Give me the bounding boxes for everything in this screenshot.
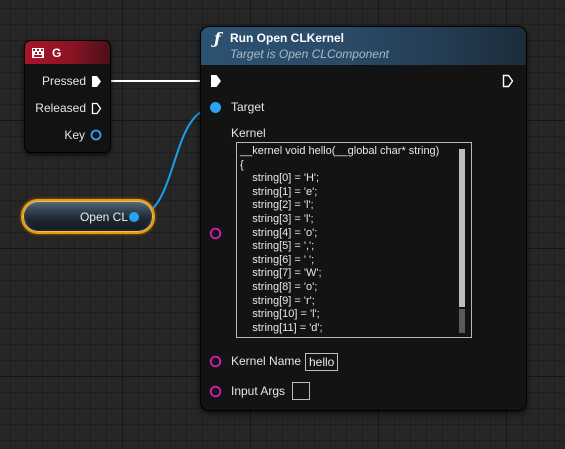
kernel-name-label: Kernel Name — [231, 354, 302, 368]
input-args-input[interactable] — [292, 382, 310, 400]
code-line: string[9] = 'r'; — [240, 294, 315, 307]
kernel-string-pin-icon[interactable] — [209, 227, 222, 240]
pin-released-label: Released — [35, 101, 86, 115]
input-args-pin-icon[interactable] — [209, 385, 222, 398]
input-args-label: Input Args — [231, 384, 286, 398]
exec-pin-filled-icon[interactable] — [91, 75, 102, 88]
key-node-header: G — [25, 41, 110, 64]
kernel-name-pin-icon[interactable] — [209, 355, 222, 368]
kernel-label: Kernel — [231, 126, 266, 140]
pin-released[interactable]: Released — [35, 101, 102, 115]
key-event-node-g[interactable]: G Pressed Released Key — [24, 40, 111, 153]
code-line: string[11] = 'd'; — [240, 321, 323, 334]
target-label: Target — [231, 100, 265, 114]
code-line: string[4] = 'o'; — [240, 226, 318, 239]
code-line: string[10] = 'l'; — [240, 308, 320, 321]
code-scrollbar-track[interactable] — [459, 309, 465, 333]
kernel-code-textbox[interactable]: __kernel void hello(__global char* strin… — [236, 142, 472, 338]
variable-node-label: Open CL — [79, 209, 128, 224]
code-line: __kernel void hello(__global char* strin… — [240, 145, 440, 157]
function-node-subtitle: Target is Open CLComponent — [230, 47, 389, 61]
code-line: string[0] = 'H'; — [240, 172, 320, 185]
exec-pin-outline-icon[interactable] — [91, 102, 102, 115]
exec-output-pin-icon[interactable] — [502, 74, 514, 88]
code-line: string[2] = 'l'; — [240, 199, 314, 212]
target-pin-icon[interactable] — [209, 101, 222, 114]
pin-pressed-label: Pressed — [41, 74, 86, 88]
pin-pressed[interactable]: Pressed — [42, 74, 102, 88]
function-node-title: Run Open CLKernel — [230, 31, 345, 45]
object-output-pin-icon[interactable] — [128, 211, 140, 223]
code-line: string[3] = 'l'; — [240, 213, 314, 225]
code-line: { — [240, 158, 244, 171]
code-line: string[7] = 'W'; — [240, 267, 322, 280]
code-line: string[8] = 'o'; — [240, 281, 318, 293]
key-node-title: G — [52, 45, 62, 60]
kernel-name-input[interactable]: hello — [305, 353, 339, 371]
function-node-header: ƒ Run Open CLKernel Target is Open CLCom… — [201, 27, 526, 65]
code-line: string[1] = 'e'; — [240, 185, 318, 198]
function-icon: ƒ — [214, 29, 221, 48]
variable-node-open-cl[interactable]: Open CL — [21, 199, 155, 234]
code-scrollbar-thumb[interactable] — [459, 149, 465, 307]
pin-key-label: Key — [64, 128, 85, 142]
code-line: string[6] = ' '; — [240, 253, 315, 266]
keyboard-key-icon — [32, 47, 44, 58]
exec-input-pin-icon[interactable] — [210, 74, 222, 88]
pin-key[interactable]: Key — [64, 128, 102, 142]
code-line: string[5] = ','; — [240, 240, 315, 253]
struct-pin-outline-icon[interactable] — [90, 129, 102, 141]
